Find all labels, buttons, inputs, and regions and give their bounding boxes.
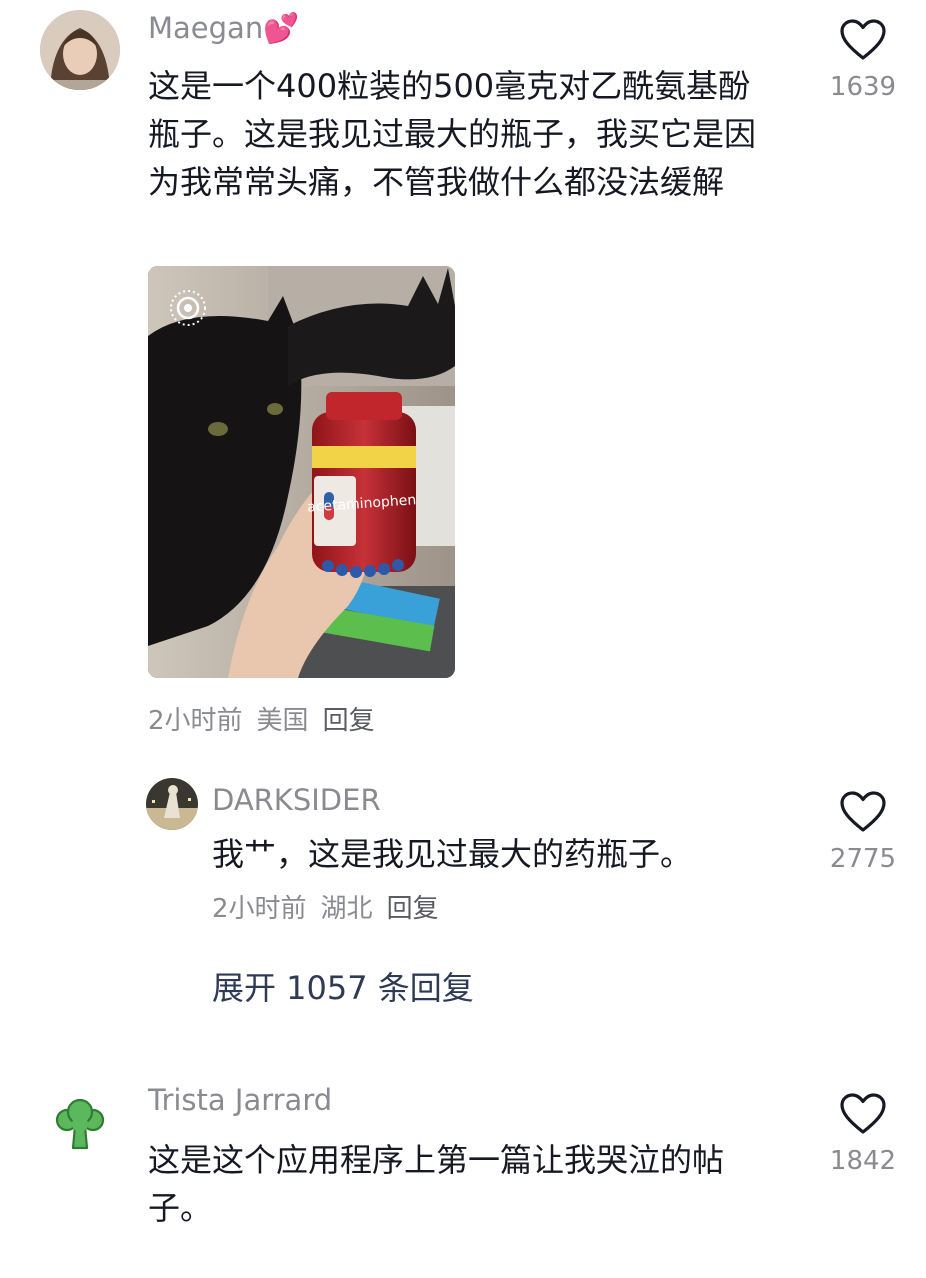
reply-username[interactable]: DARKSIDER [212,782,381,818]
heart-outline-icon [840,19,886,60]
reply-button[interactable]: 回复 [323,706,375,736]
heart-outline-icon [840,1093,886,1134]
broccoli-icon [55,1098,105,1150]
heart-emoji: 💕 [263,11,300,45]
reply-button[interactable]: 回复 [387,894,439,924]
comment-text: 这是这个应用程序上第一篇让我哭泣的帖子。 [148,1141,725,1227]
username-text: Maegan [148,11,264,45]
like-button[interactable]: 1842 [818,1092,908,1178]
comment-time: 2小时前 [148,706,243,736]
comment-username[interactable]: Maegan💕 [148,10,299,46]
like-count: 1842 [829,1146,897,1176]
comment-photo[interactable]: acetaminophen [148,266,455,678]
expand-replies-button[interactable]: 展开 1057 条回复 [212,968,474,1008]
like-button[interactable]: 1639 [818,18,908,104]
comment-text: 这是一个400粒装的500毫克对乙酰氨基酚瓶子。这是我见过最大的瓶子，我买它是因… [148,67,757,201]
reply-text: 我艹，这是我见过最大的药瓶子。 [212,835,693,873]
avatar-trista[interactable] [52,1096,108,1152]
comment-location: 美国 [256,706,309,736]
reply-meta: 2小时前 湖北 回复 [212,892,453,926]
reply-location: 湖北 [320,894,373,924]
avatar-maegan[interactable] [40,10,120,90]
reply-time: 2小时前 [212,894,307,924]
avatar-darksider[interactable] [146,778,198,830]
heart-outline-icon [840,791,886,832]
like-count: 1639 [829,72,897,102]
like-button[interactable]: 2775 [818,790,908,876]
comment-username[interactable]: Trista Jarrard [148,1082,332,1118]
comment-meta: 2小时前 美国 回复 [148,704,389,738]
like-count: 2775 [829,844,897,874]
